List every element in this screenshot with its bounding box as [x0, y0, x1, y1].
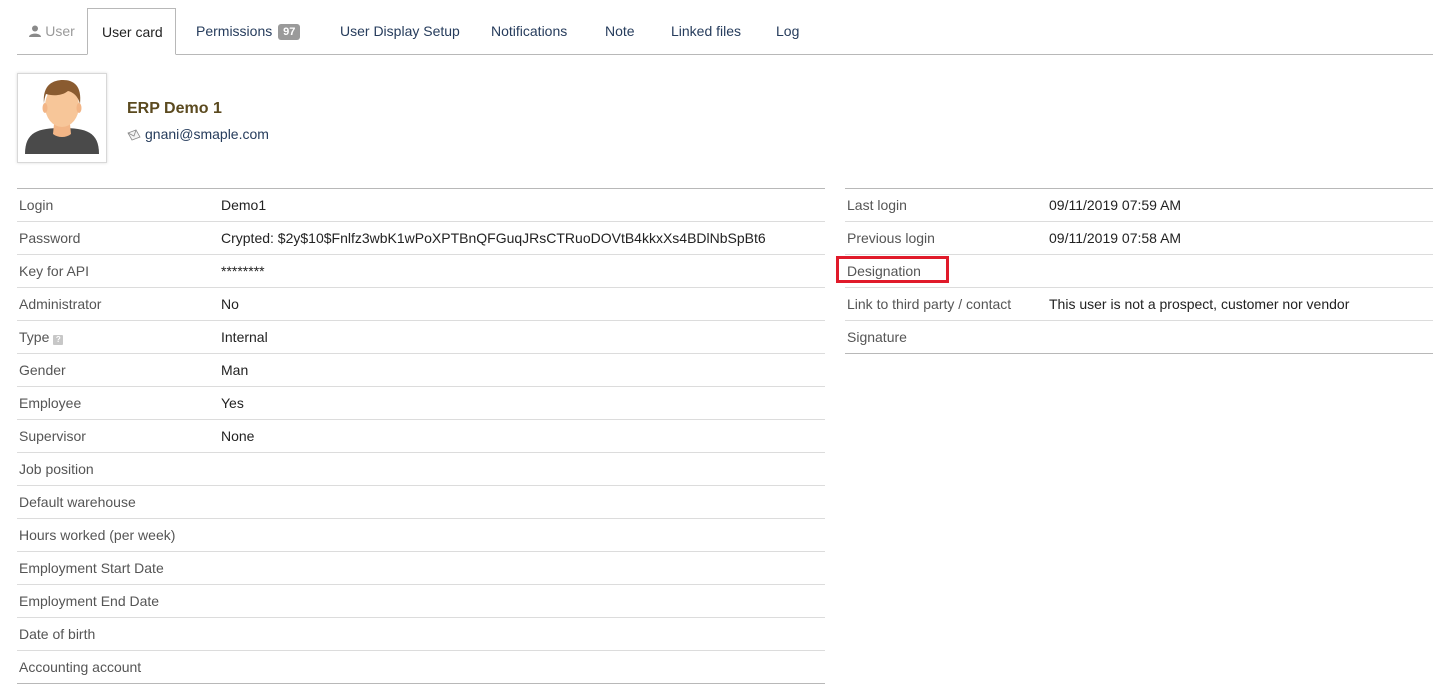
field-value: ******** — [221, 263, 265, 279]
permissions-count-badge: 97 — [278, 24, 301, 40]
field-label: Date of birth — [19, 626, 96, 642]
field-label: Link to third party / contact — [847, 296, 1012, 312]
user-card-page: User User card Permissions 97 User Displ… — [0, 0, 1433, 695]
tab-log[interactable]: Log — [762, 8, 813, 54]
field-label: Previous login — [847, 230, 935, 246]
field-row-accounting-account: Accounting account — [17, 651, 825, 684]
tab-bar: User User card Permissions 97 User Displ… — [17, 8, 1433, 55]
field-label-type: Type? — [19, 321, 64, 353]
field-value: Crypted: $2y$10$Fnlfz3wbK1wPoXPTBnQFGuqJ… — [221, 230, 766, 246]
field-row-login: Login Demo1 — [17, 189, 825, 222]
field-row-last-login: Last login 09/11/2019 07:59 AM — [845, 189, 1433, 222]
email-row: gnani@smaple.com — [127, 126, 269, 144]
field-value: None — [221, 428, 255, 444]
field-row-designation: Designation — [836, 255, 1433, 288]
help-icon[interactable]: ? — [53, 335, 64, 345]
field-row-gender: Gender Man — [17, 354, 825, 387]
field-label: Key for API — [19, 263, 90, 279]
tab-user-label: User — [45, 23, 75, 39]
field-row-signature: Signature — [845, 321, 1433, 354]
user-full-name: ERP Demo 1 — [127, 100, 222, 117]
field-row-default-warehouse: Default warehouse — [17, 486, 825, 519]
login-details-table: Last login 09/11/2019 07:59 AM Previous … — [836, 188, 1433, 354]
field-label: Designation — [847, 263, 921, 279]
email-icon — [127, 128, 141, 144]
field-row-employment-end: Employment End Date — [17, 585, 825, 618]
field-row-third-party-link: Link to third party / contact This user … — [845, 288, 1433, 321]
field-row-employment-start: Employment Start Date — [17, 552, 825, 585]
field-row-hours-worked: Hours worked (per week) — [17, 519, 825, 552]
tab-permissions-label: Permissions — [196, 23, 273, 39]
field-row-previous-login: Previous login 09/11/2019 07:58 AM — [845, 222, 1433, 255]
field-value: Man — [221, 362, 249, 378]
field-label: Hours worked (per week) — [19, 527, 176, 543]
email-link[interactable]: gnani@smaple.com — [145, 126, 269, 142]
field-label: Employment End Date — [19, 593, 160, 609]
avatar[interactable] — [17, 73, 107, 163]
field-label: Job position — [19, 461, 94, 477]
field-label: Gender — [19, 362, 66, 378]
field-label: Login — [19, 197, 54, 213]
field-label: Employee — [19, 395, 82, 411]
field-label: Password — [19, 230, 81, 246]
field-label: Supervisor — [19, 428, 86, 444]
field-label: Employment Start Date — [19, 560, 164, 576]
field-value: No — [221, 296, 239, 312]
user-details-table: Login Demo1 Password Crypted: $2y$10$Fnl… — [17, 188, 825, 684]
field-value: 09/11/2019 07:59 AM — [1049, 197, 1182, 213]
field-value: This user is not a prospect, customer no… — [1049, 296, 1350, 312]
tab-user-card[interactable]: User card — [87, 8, 176, 55]
field-row-job-position: Job position — [17, 453, 825, 486]
tab-user-display-setup[interactable]: User Display Setup — [326, 8, 474, 54]
field-row-date-of-birth: Date of birth — [17, 618, 825, 651]
field-label: Last login — [847, 197, 907, 213]
field-label: Administrator — [19, 296, 102, 312]
field-row-administrator: Administrator No — [17, 288, 825, 321]
tab-permissions[interactable]: Permissions 97 — [182, 8, 314, 54]
field-row-type: Type? Internal — [17, 321, 825, 354]
tab-notifications[interactable]: Notifications — [477, 8, 581, 54]
field-row-employee: Employee Yes — [17, 387, 825, 420]
tab-linked-files[interactable]: Linked files — [657, 8, 755, 54]
field-label: Accounting account — [19, 659, 142, 675]
field-label: Default warehouse — [19, 494, 136, 510]
avatar-image — [25, 80, 99, 154]
tab-note[interactable]: Note — [591, 8, 649, 54]
user-icon — [29, 9, 42, 55]
field-row-api-key: Key for API ******** — [17, 255, 825, 288]
field-value: Demo1 — [221, 197, 267, 213]
field-value: Yes — [221, 395, 244, 411]
field-label: Type — [19, 329, 50, 345]
tab-user[interactable]: User — [17, 8, 87, 54]
field-value: 09/11/2019 07:58 AM — [1049, 230, 1182, 246]
field-row-password: Password Crypted: $2y$10$Fnlfz3wbK1wPoXP… — [17, 222, 825, 255]
field-row-supervisor: Supervisor None — [17, 420, 825, 453]
field-label: Signature — [847, 329, 907, 345]
field-value: Internal — [221, 329, 268, 345]
